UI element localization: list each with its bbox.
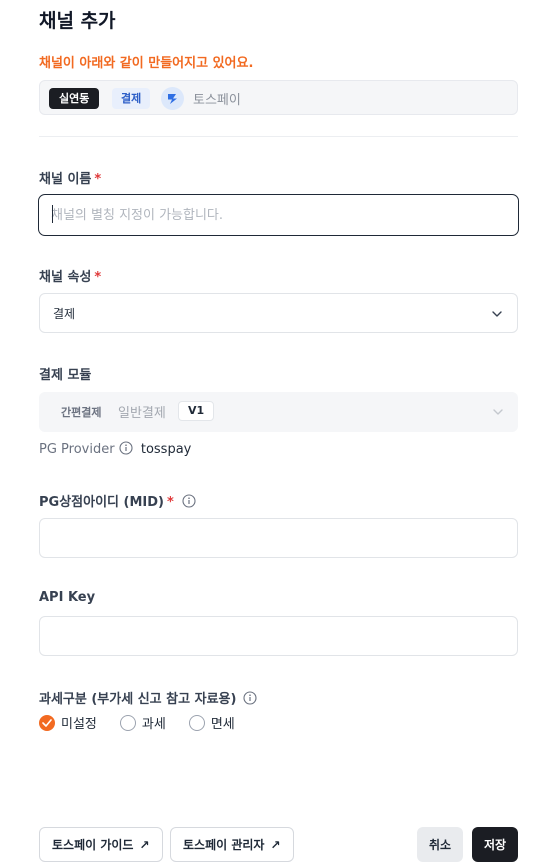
mid-input[interactable] <box>39 518 518 558</box>
tax-radio-unset[interactable] <box>39 714 55 731</box>
pg-provider-value: tosspay <box>140 442 192 457</box>
channel-name-label: 채널 이름 * <box>39 172 102 187</box>
env-badge: 실연동 <box>49 88 100 109</box>
save-button[interactable]: 저장 <box>472 827 519 862</box>
tax-radio-exempt[interactable] <box>188 714 205 731</box>
tosspay-guide-button[interactable]: 토스페이 가이드 ↗ <box>39 827 163 862</box>
simple-payment-option: 간편결제 <box>61 406 102 419</box>
info-icon[interactable] <box>243 691 257 705</box>
required-mark: * <box>166 495 174 510</box>
text-caret <box>52 205 53 223</box>
channel-name-input[interactable] <box>38 194 519 236</box>
type-badge: 결제 <box>112 88 151 109</box>
tax-radio-group: 미설정 과세 면세 <box>39 713 258 732</box>
info-icon[interactable] <box>119 441 133 455</box>
info-icon[interactable] <box>182 494 196 508</box>
pg-provider-row: PG Provider tosspay <box>39 441 191 457</box>
tax-option-label: 면세 <box>210 717 235 732</box>
channel-attr-select[interactable]: 결제 <box>39 293 518 333</box>
tax-option-label: 과세 <box>141 717 166 732</box>
external-link-icon: ↗ <box>139 837 150 852</box>
tax-label: 과세구분 (부가세 신고 참고 자료용) <box>39 688 257 707</box>
provider-name: 토스페이 <box>193 93 241 108</box>
chevron-down-icon <box>492 311 502 317</box>
page-title: 채널 추가 <box>39 10 116 32</box>
required-mark: * <box>94 270 102 285</box>
api-key-input[interactable] <box>39 616 518 656</box>
tosspay-admin-button[interactable]: 토스페이 관리자 ↗ <box>170 827 294 862</box>
required-mark: * <box>94 172 102 187</box>
creation-notice: 채널이 아래와 같이 만들어지고 있어요. <box>39 56 254 71</box>
channel-preview: 실연동 결제 토스페이 <box>39 80 518 115</box>
api-key-label: API Key <box>39 590 96 605</box>
tax-option-label: 미설정 <box>61 717 97 732</box>
tosspay-logo-icon <box>161 87 184 110</box>
mid-label: PG상점아이디 (MID) * <box>39 491 196 510</box>
pg-provider-label: PG Provider <box>39 442 115 457</box>
payment-module-label: 결제 모듈 <box>39 368 92 383</box>
tax-radio-taxable[interactable] <box>119 714 136 731</box>
channel-attr-value: 결제 <box>53 307 76 321</box>
cancel-button[interactable]: 취소 <box>417 827 464 862</box>
general-payment-option: 일반결제 <box>118 406 166 421</box>
version-badge: V1 <box>178 401 215 421</box>
chevron-down-icon <box>493 409 503 415</box>
channel-attr-label: 채널 속성 * <box>39 270 102 285</box>
external-link-icon: ↗ <box>270 837 281 852</box>
payment-module-select: 간편결제 일반결제 V1 <box>39 392 518 432</box>
divider <box>39 136 518 137</box>
